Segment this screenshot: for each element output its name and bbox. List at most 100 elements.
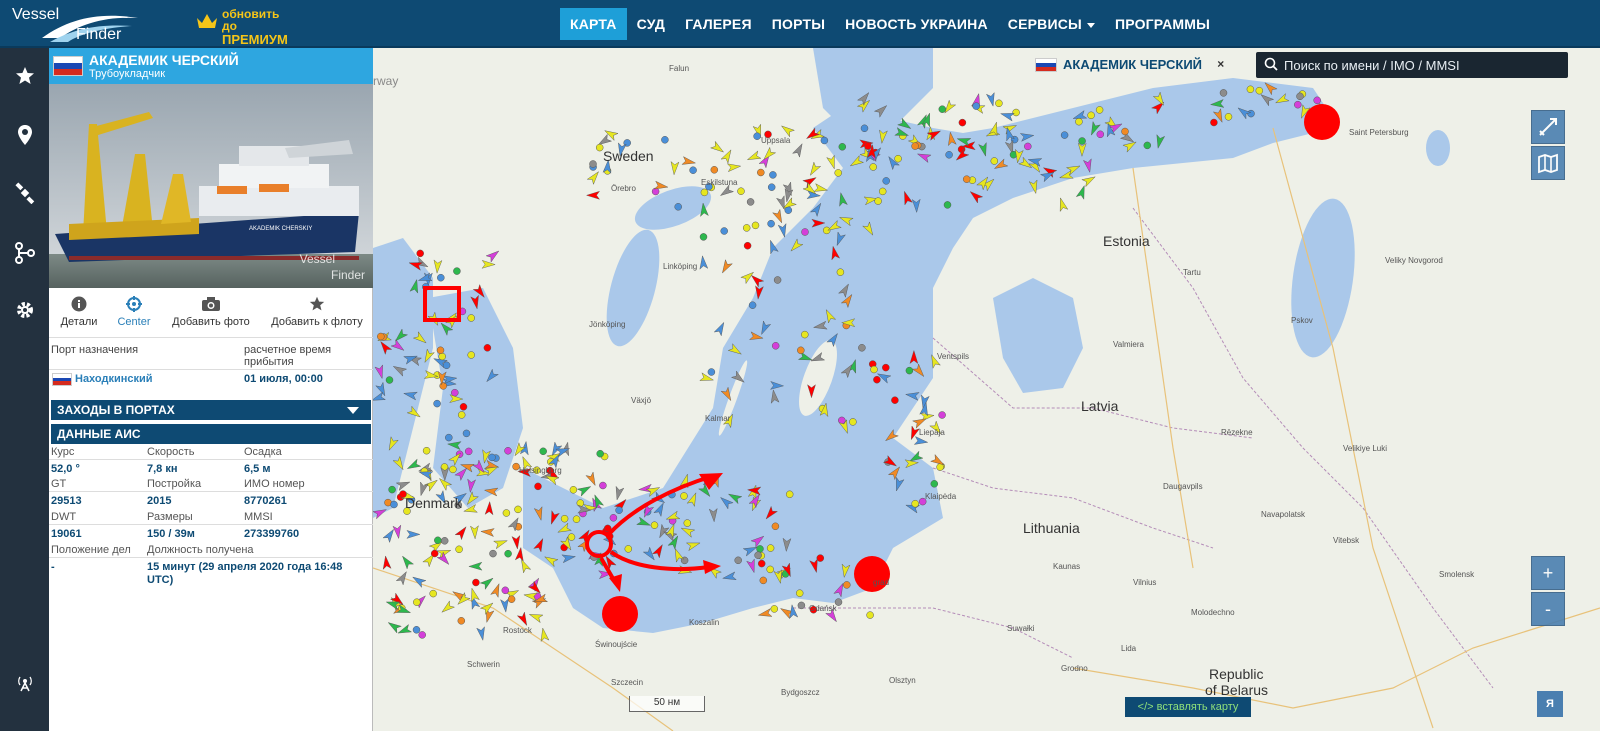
mmsi-label: MMSI (244, 511, 273, 523)
upgrade-premium-link[interactable]: обновить до ПРЕМИУМ (196, 4, 306, 47)
map-area[interactable]: Sweden Estonia Latvia Lithuania Denmark … (373, 48, 1600, 731)
label-olsztyn: Olsztyn (889, 676, 916, 685)
nav-services[interactable]: СЕРВИСЫ (998, 8, 1105, 40)
add-to-fleet-label: Добавить к флоту (271, 316, 363, 328)
star-icon (265, 296, 369, 316)
antenna-icon[interactable] (14, 674, 36, 696)
port-calls-section[interactable]: ЗАХОДЫ В ПОРТАХ (51, 400, 371, 420)
label-rostock: Rostock (503, 626, 532, 635)
gear-icon[interactable] (14, 300, 36, 322)
highlight-ring (585, 530, 613, 558)
zoom-in-button[interactable]: + (1531, 556, 1565, 590)
position-received-label: Должность получена (147, 544, 254, 556)
search-icon (1264, 57, 1278, 71)
dwt-label: DWT (51, 511, 77, 523)
satellite-icon[interactable] (14, 182, 36, 205)
location-pin-icon[interactable] (14, 124, 36, 146)
draught-label: Осадка (244, 446, 282, 458)
add-photo-button[interactable]: Добавить фото (167, 296, 255, 328)
vesselfinder-logo[interactable]: Vessel Finder (10, 4, 140, 44)
nav-ships[interactable]: СУД (627, 8, 676, 40)
russia-flag-icon (52, 373, 72, 386)
speed-value: 7,8 кн (147, 463, 178, 475)
close-icon[interactable]: × (1217, 57, 1224, 71)
top-navbar: Vessel Finder обновить до ПРЕМИУМ КАРТА С… (0, 0, 1600, 48)
label-belarus-2: of Belarus (1205, 682, 1269, 698)
left-toolbar (0, 48, 49, 731)
label-bydgoszcz: Bydgoszcz (781, 688, 820, 697)
camera-icon (167, 296, 255, 316)
highlight-square (423, 286, 461, 322)
route-arrow-northeast (607, 474, 714, 536)
label-vaxjo: Växjö (631, 396, 652, 405)
ais-data-section[interactable]: ДАННЫЕ АИС (51, 424, 371, 444)
built-label: Постройка (147, 478, 202, 490)
nav-gallery[interactable]: ГАЛЕРЕЯ (675, 8, 762, 40)
embed-map-button[interactable]: </> вставлять карту (1125, 697, 1251, 717)
ais-data-title: ДАННЫЕ АИС (57, 427, 141, 441)
vessel-actions: Детали Center Добавить фото Добавить к ф… (49, 296, 373, 342)
zoom-out-button[interactable]: - (1531, 592, 1565, 626)
add-photo-label: Добавить фото (172, 316, 250, 328)
premium-line3: ПРЕМИУМ (222, 32, 288, 47)
label-rezekne: Rēzekne (1221, 428, 1253, 437)
label-schwerin: Schwerin (467, 660, 500, 669)
vessel-photo[interactable]: AKADEMIK CHERSKIY Vessel Finder (49, 84, 373, 288)
eta-label-2: прибытия (244, 356, 294, 368)
label-pskov: Pskov (1291, 316, 1313, 325)
premium-line2: до (222, 19, 237, 33)
photo-watermark-1: Vessel (299, 252, 335, 266)
nav-map[interactable]: КАРТА (560, 8, 627, 40)
label-molodechno: Molodechno (1191, 608, 1235, 617)
vessel-name[interactable]: АКАДЕМИК ЧЕРСКИЙ (89, 52, 239, 68)
speed-label: Скорость (147, 446, 195, 458)
nav-news[interactable]: НОВОСТЬ УКРАИНА (835, 8, 998, 40)
label-vitebsk: Vitebsk (1333, 536, 1360, 545)
nav-ports[interactable]: ПОРТЫ (762, 8, 835, 40)
red-dot-swinoujscie (602, 596, 638, 632)
label-tartu: Tartu (1183, 268, 1201, 277)
crosshair-icon (111, 296, 157, 316)
label-helsingborg: Helsingborg (519, 466, 562, 475)
star-icon[interactable] (14, 66, 36, 88)
compass-icon (1539, 118, 1557, 136)
label-smolensk: Smolensk (1439, 570, 1475, 579)
details-button[interactable]: Детали (57, 296, 101, 328)
label-lida: Lida (1121, 644, 1137, 653)
position-status-label: Положение дел (51, 544, 131, 556)
label-klaipeda: Klaipėda (925, 492, 957, 501)
map-layers-button[interactable] (1531, 146, 1565, 180)
label-denmark: Denmark (405, 495, 462, 511)
route-arrow-east (609, 550, 710, 572)
position-received-value-2: UTC) (147, 574, 174, 586)
size-label: Размеры (147, 511, 193, 523)
destination-label: Порт назначения (51, 344, 139, 356)
center-button[interactable]: Center (111, 296, 157, 328)
eta-value: 01 июля, 00:00 (244, 373, 323, 385)
course-value: 52,0 ° (51, 463, 80, 475)
draught-value: 6,5 м (244, 463, 271, 475)
vessel-search-box[interactable]: Поиск по имени / IMO / MMSI (1256, 52, 1568, 78)
route-icon[interactable] (14, 242, 36, 264)
imo-label: ИМО номер (244, 478, 305, 490)
port-calls-title: ЗАХОДЫ В ПОРТАХ (57, 403, 175, 417)
crown-icon (197, 14, 217, 28)
add-to-fleet-button[interactable]: Добавить к флоту (265, 296, 369, 328)
position-status-value: - (51, 561, 55, 573)
details-label: Детали (60, 316, 98, 328)
vessel-panel: АКАДЕМИК ЧЕРСКИЙ Трубоукладчик AKADEMIK … (49, 48, 373, 731)
mmsi-value: 273399760 (244, 528, 300, 540)
main-nav: КАРТА СУД ГАЛЕРЕЯ ПОРТЫ НОВОСТЬ УКРАИНА … (560, 8, 1220, 40)
built-value: 2015 (147, 495, 172, 507)
label-suwalki: Suwałki (1007, 624, 1035, 633)
destination-port-link[interactable]: Находкинский (75, 373, 153, 385)
dwt-value: 19061 (51, 528, 82, 540)
map-tools-button[interactable] (1531, 110, 1565, 144)
label-latvia: Latvia (1081, 398, 1119, 414)
nav-programs[interactable]: ПРОГРАММЫ (1105, 8, 1220, 40)
language-button[interactable]: Я (1537, 691, 1563, 717)
search-input[interactable]: Поиск по имени / IMO / MMSI (1284, 58, 1460, 73)
label-jonkoping: Jönköping (589, 320, 626, 329)
label-gdansk: Gdańsk (809, 604, 837, 613)
label-veliky-novgorod: Veliky Novgorod (1385, 256, 1443, 265)
